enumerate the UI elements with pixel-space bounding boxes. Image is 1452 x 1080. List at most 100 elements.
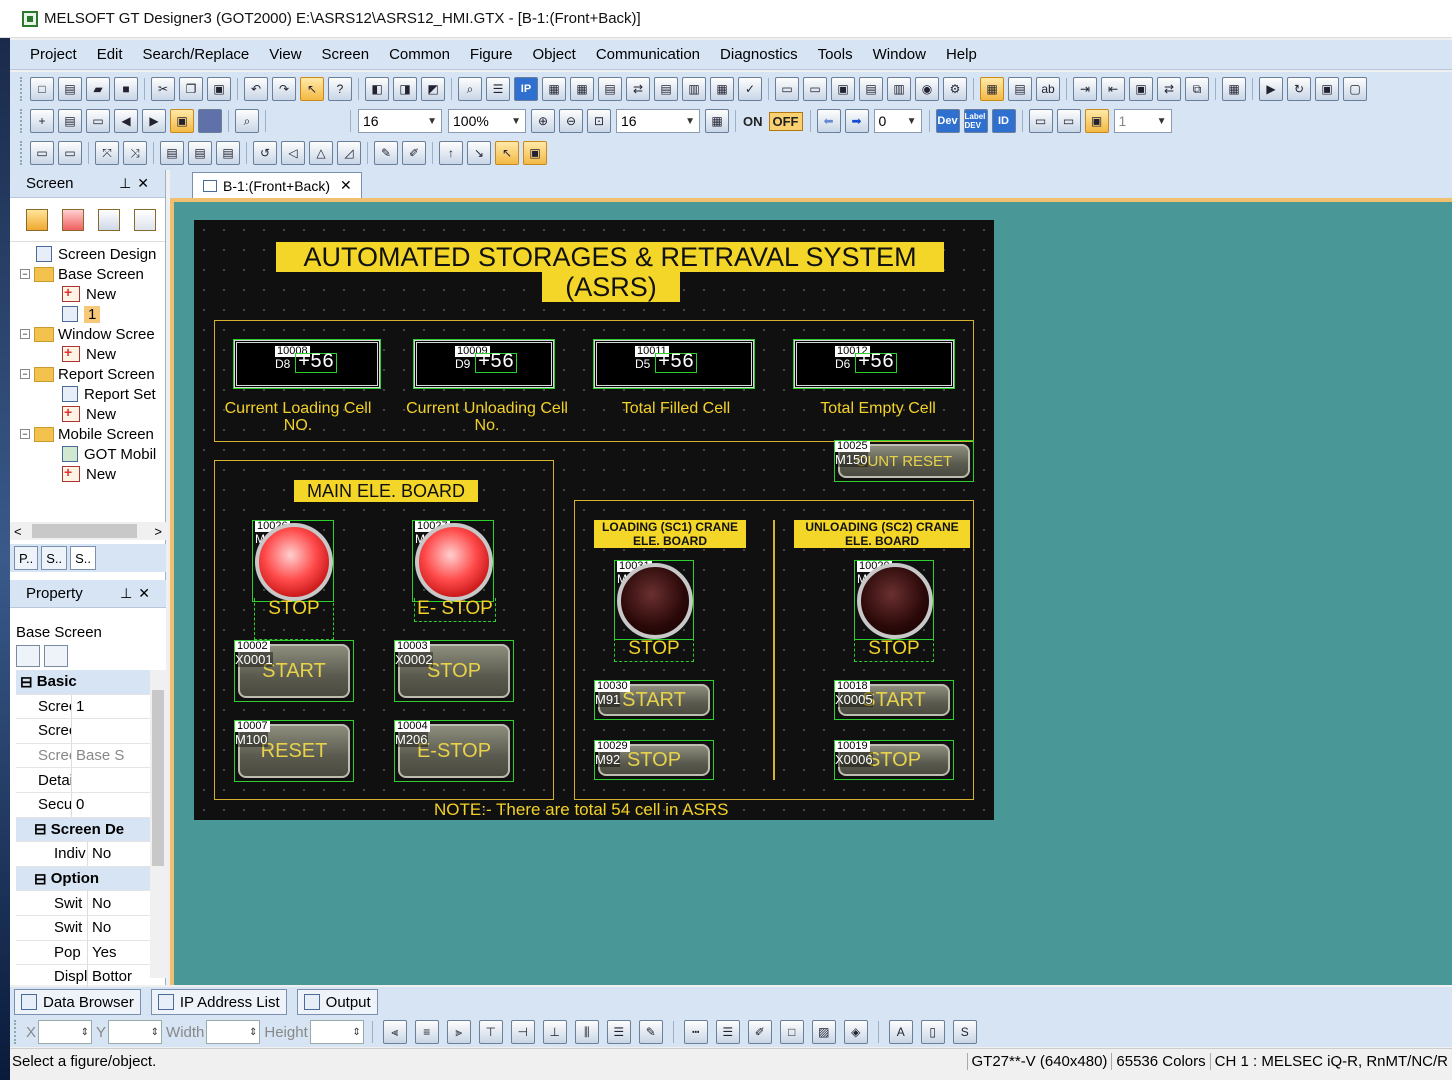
- tab-ip-address-list[interactable]: IP Address List: [150, 989, 287, 1015]
- panel-pin-close-icon[interactable]: ⊥✕: [120, 585, 156, 602]
- menu-tools[interactable]: Tools: [818, 46, 853, 63]
- align-icon-1[interactable]: ⤧: [95, 141, 119, 165]
- help-icon[interactable]: ?: [328, 77, 352, 101]
- scroll-thumb[interactable]: [32, 524, 137, 538]
- transfer-icon-1[interactable]: ⇥: [1073, 77, 1097, 101]
- tab-data-browser[interactable]: Data Browser: [14, 989, 141, 1015]
- tree-item-screen-design[interactable]: Screen Design: [10, 244, 165, 264]
- scroll-left-icon[interactable]: <: [14, 524, 22, 539]
- align-bottom-icon[interactable]: ⊥: [542, 1020, 567, 1044]
- data-icon-1[interactable]: ▦: [542, 77, 566, 101]
- screen-image-icon[interactable]: ▣: [170, 109, 194, 133]
- font-size-select[interactable]: 16 ▼: [358, 109, 442, 133]
- text-color-icon[interactable]: A: [888, 1020, 913, 1044]
- tree-item-new-window[interactable]: New: [10, 344, 165, 364]
- toolbar-grip[interactable]: [14, 1020, 18, 1044]
- layer-front-icon[interactable]: ▭: [1028, 109, 1053, 133]
- grid-select[interactable]: 16 ▼: [616, 109, 700, 133]
- color-icon[interactable]: [198, 109, 222, 133]
- hmi-note[interactable]: NOTE:- There are total 54 cell in ASRS: [434, 800, 728, 820]
- property-row[interactable]: Securit0: [16, 792, 158, 818]
- data-icon-4[interactable]: ⇄: [626, 77, 650, 101]
- cut-icon[interactable]: ✂: [151, 77, 175, 101]
- tree-item-window-screen[interactable]: − Window Scree: [10, 324, 165, 344]
- collapse-icon[interactable]: −: [20, 429, 30, 439]
- close-icon[interactable]: ✕: [340, 177, 352, 194]
- collapse-icon[interactable]: ⊟: [34, 820, 51, 838]
- open-icon[interactable]: ▤: [58, 77, 82, 101]
- hmi-title-line1[interactable]: AUTOMATED STORAGES & RETRAVAL SYSTEM: [276, 242, 944, 272]
- hmi-screen[interactable]: AUTOMATED STORAGES & RETRAVAL SYSTEM (AS…: [194, 220, 994, 820]
- screen-property-icon[interactable]: [98, 208, 120, 231]
- label-loading-cell[interactable]: Current Loading Cell NO.: [222, 400, 374, 434]
- simulator-icon-1[interactable]: ▶: [1259, 77, 1283, 101]
- dev-button[interactable]: Dev: [935, 109, 960, 133]
- tree-item-mobile-screen[interactable]: − Mobile Screen: [10, 424, 165, 444]
- sc2-stop-button[interactable]: 10019 X0006 STOP: [834, 740, 954, 780]
- arrow-select-icon[interactable]: ↖: [495, 141, 519, 165]
- fill-color-icon[interactable]: ◈: [843, 1020, 868, 1044]
- off-button[interactable]: OFF: [768, 111, 803, 131]
- collapse-icon[interactable]: −: [20, 269, 30, 279]
- collapse-icon[interactable]: ⊟: [16, 670, 37, 694]
- zoom-out-icon[interactable]: ⊖: [559, 109, 583, 133]
- label-dev-button[interactable]: Label DEV: [963, 109, 988, 133]
- window-icon-2[interactable]: ▭: [803, 77, 827, 101]
- property-row[interactable]: Screen1: [16, 694, 158, 720]
- back-icon[interactable]: ◀: [114, 109, 138, 133]
- ip-icon[interactable]: IP: [514, 77, 538, 101]
- distribute-h-icon[interactable]: ⫼: [574, 1020, 599, 1044]
- zoom-preview-icon[interactable]: ⌕: [235, 109, 259, 133]
- menu-window[interactable]: Window: [873, 46, 926, 63]
- dev-list-icon[interactable]: ▤: [1008, 77, 1032, 101]
- flip-v-icon[interactable]: △: [309, 141, 333, 165]
- new-project-icon[interactable]: □: [30, 77, 54, 101]
- tab-project[interactable]: P..: [14, 546, 39, 570]
- transfer-icon-4[interactable]: ⇄: [1157, 77, 1181, 101]
- copy-icon[interactable]: ❐: [179, 77, 203, 101]
- transfer-icon-3[interactable]: ▣: [1129, 77, 1153, 101]
- text-style-icon[interactable]: S: [952, 1020, 977, 1044]
- layer-select[interactable]: 1 ▼: [1113, 109, 1172, 133]
- toolbar-grip[interactable]: [20, 109, 24, 133]
- text-size-icon[interactable]: ▯: [920, 1020, 945, 1044]
- pattern-icon[interactable]: ▨: [811, 1020, 836, 1044]
- simulator-icon-2[interactable]: ↻: [1287, 77, 1311, 101]
- property-row[interactable]: Indiv No: [16, 842, 158, 867]
- save-icon[interactable]: ■: [114, 77, 138, 101]
- open-folder-icon[interactable]: ▰: [86, 77, 110, 101]
- tree-item-new-report[interactable]: New: [10, 404, 165, 424]
- library-icon[interactable]: ▥: [887, 77, 911, 101]
- layer-back-icon[interactable]: ▭: [1056, 109, 1081, 133]
- copy-figure-icon-1[interactable]: ▤: [160, 141, 184, 165]
- on-button[interactable]: ON: [743, 114, 763, 129]
- property-value[interactable]: Yes: [88, 944, 158, 961]
- distribute-v-icon[interactable]: ☰: [606, 1020, 631, 1044]
- display-empty-cell[interactable]: 10012 D6 +56: [793, 339, 955, 389]
- label-empty-cell[interactable]: Total Empty Cell: [794, 400, 962, 417]
- tab-system[interactable]: S..: [41, 546, 68, 570]
- delete-screen-icon[interactable]: [62, 208, 84, 231]
- window-icon-1[interactable]: ▭: [775, 77, 799, 101]
- property-icon[interactable]: ▣: [523, 141, 547, 165]
- zoom-in-icon[interactable]: ⊕: [531, 109, 555, 133]
- property-value[interactable]: Bottor: [88, 968, 158, 985]
- arrow-left-icon[interactable]: ⬅: [816, 109, 841, 133]
- edit-icon[interactable]: ✎: [638, 1020, 663, 1044]
- height-input[interactable]: ⇕: [309, 1020, 364, 1044]
- menu-object[interactable]: Object: [532, 46, 575, 63]
- paste-icon[interactable]: ▣: [207, 77, 231, 101]
- lamp-sc1-stop[interactable]: 10031 M0: [614, 560, 694, 640]
- sc1-stop-button[interactable]: 10029 M92 STOP: [594, 740, 714, 780]
- width-input[interactable]: ⇕: [206, 1020, 261, 1044]
- open-screen-icon[interactable]: [26, 208, 48, 231]
- align-top-icon[interactable]: ⊤: [478, 1020, 503, 1044]
- select-arrow-icon[interactable]: ↖: [300, 77, 324, 101]
- open-screen-icon[interactable]: ▤: [58, 109, 82, 133]
- flip-h-icon[interactable]: ◁: [281, 141, 305, 165]
- tree-item-screen-1[interactable]: 1: [10, 304, 165, 324]
- data-icon-7[interactable]: ▦: [710, 77, 734, 101]
- lamp-stop-main[interactable]: 10026 M90: [252, 520, 334, 602]
- lamp-sc2-stop[interactable]: 10020 M300: [854, 560, 934, 640]
- menu-screen[interactable]: Screen: [322, 46, 370, 63]
